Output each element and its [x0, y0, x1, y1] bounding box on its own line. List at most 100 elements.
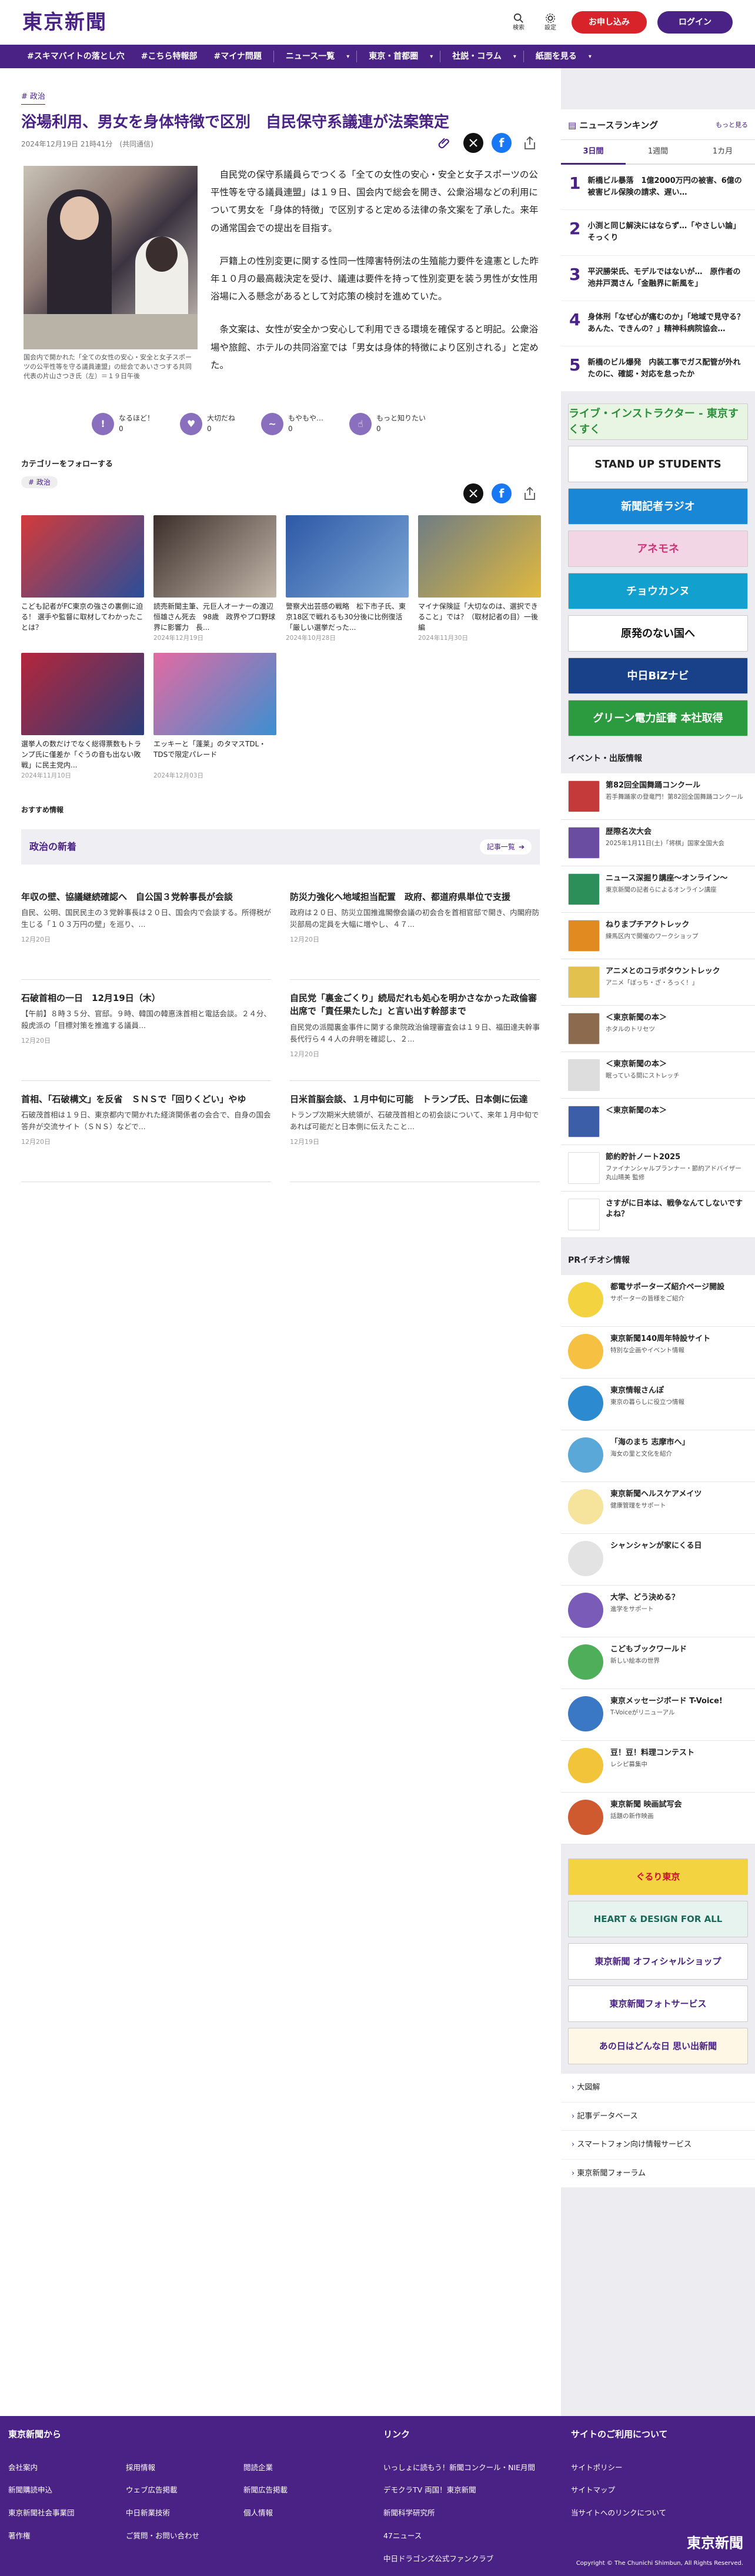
politics-news-item[interactable]: 自民党「裏金ごくり」続局だれも処心を明かさなかった政倫審出席で「責任果たした」と…	[290, 980, 540, 1081]
ranking-more-link[interactable]: もっと見る	[716, 121, 748, 131]
sidebar-banner[interactable]: あの日はどんな日 思い出新聞	[568, 2028, 748, 2065]
facebook-share-button[interactable]: f	[492, 483, 512, 504]
event-item[interactable]: ねりまプチアクトレック 練馬区内で開催のワークショップ	[561, 913, 755, 960]
sidebar-banner[interactable]: STAND UP STUDENTS	[568, 446, 748, 483]
politics-news-item[interactable]: 年収の壁、協議継続確認へ 自公国３党幹事長が会談 自民、公明、国民民主の３党幹事長…	[21, 879, 271, 980]
pr-item[interactable]: 都電サポーターズ紹介ページ開設 サポーターの皆様をご紹介	[561, 1275, 755, 1327]
related-thumbnail[interactable]	[418, 515, 541, 598]
reaction-taisetsu[interactable]: ♥ 大切だね 0	[180, 413, 235, 436]
sidebar-banner[interactable]: ぐるり東京	[568, 1858, 748, 1896]
event-item[interactable]: さすがに日本は、戦争なんてしないですよね？	[561, 1192, 755, 1239]
footer-logo[interactable]: 東京新聞	[687, 2532, 743, 2554]
event-item[interactable]: 歴際名次大会 2025年1月11日(土)「将棋」国家全国大会	[561, 820, 755, 867]
pr-item[interactable]: 東京新聞140周年特設サイト 特別な企画やイベント情報	[561, 1327, 755, 1379]
x-share-button[interactable]	[463, 132, 483, 153]
x-share-button[interactable]	[463, 483, 483, 504]
tab-1week[interactable]: 1週間	[626, 140, 690, 165]
pr-item[interactable]: シャンシャンが家にくる日	[561, 1534, 755, 1586]
politics-news-item[interactable]: 首相、「石破構文」を反省 ＳＮＳで「回りくどい」やゆ 石破茂首相は１９日、東京都内…	[21, 1081, 271, 1182]
related-card[interactable]: エッキーと「蓬莱」のタマスTDL・TDSで限定パレード 2024年12月03日	[153, 652, 276, 781]
category-tag[interactable]: # 政治	[21, 91, 45, 105]
sidebar-banner[interactable]: 東京新聞フォトサービス	[568, 1986, 748, 2023]
related-thumbnail[interactable]	[21, 515, 144, 598]
footer-link[interactable]: 中日ドラゴンズ公式ファンクラブ	[383, 2554, 571, 2565]
sidebar-banner[interactable]: HEART & DESIGN FOR ALL	[568, 1901, 748, 1938]
ranking-item[interactable]: 3 平沢勝栄氏、モデルではないが… 原作者の池井戸潤さん「金融界に新風を」	[561, 256, 755, 301]
politics-news-item[interactable]: 石破首相の一日 12月19日（木） 【午前】８時３５分、官邸。９時、韓国の韓悳洙首…	[21, 980, 271, 1081]
footer-link[interactable]: サイトマップ	[571, 2485, 747, 2496]
related-card[interactable]: 読売新聞主筆、元巨人オーナーの渡辺恒雄さん死去 98歳 政界やプロ野球界に影響力…	[153, 515, 276, 643]
related-card[interactable]: マイナ保険証「大切なのは、選択できること」では？（取材記者の目）一後編 2024年…	[418, 515, 541, 643]
article-list-button[interactable]: 記事一覧 ➔	[479, 839, 532, 855]
subscribe-button[interactable]: お申し込み	[572, 11, 647, 34]
footer-link[interactable]: 閲読企業	[243, 2462, 361, 2474]
related-thumbnail[interactable]	[286, 515, 409, 598]
reaction-motto[interactable]: ☝ もっと知りたい 0	[349, 413, 426, 436]
sidebar-link[interactable]: › 東京新聞フォーラム	[561, 2160, 755, 2188]
footer-link[interactable]: 中日新業技術	[126, 2508, 243, 2519]
search-button[interactable]: 検索	[508, 13, 529, 32]
footer-link[interactable]: 新聞広告掲載	[243, 2485, 361, 2496]
nav-item-paper[interactable]: 紙面を見る	[531, 51, 582, 63]
bookmark-button[interactable]	[435, 133, 455, 153]
sidebar-banner[interactable]: 新聞記者ラジオ	[568, 488, 748, 525]
related-card[interactable]: 選挙人の数だけでなく総得票数もトランプ氏に僅差か「ぐうの音も出ない敗戦」に民主党…	[21, 652, 144, 781]
sidebar-link[interactable]: › 記事データベース	[561, 2103, 755, 2131]
sidebar-banner[interactable]: アネモネ	[568, 530, 748, 568]
footer-link[interactable]: デモクラTV 両国！東京新聞	[383, 2485, 571, 2496]
event-item[interactable]: ＜東京新聞の本＞ 眠っている間にストレッチ	[561, 1052, 755, 1099]
share-button[interactable]	[520, 483, 540, 503]
pr-item[interactable]: 東京新聞ヘルスケアメイツ 健康管理をサポート	[561, 1482, 755, 1534]
pr-item[interactable]: 豆！豆！料理コンテスト レシピ募集中	[561, 1741, 755, 1793]
footer-link[interactable]: 当サイトへのリンクについて	[571, 2508, 747, 2519]
reaction-naruhodo[interactable]: ! なるほど！ 0	[92, 413, 154, 436]
pr-item[interactable]: こどもブックワールド 新しい絵本の世界	[561, 1637, 755, 1690]
settings-button[interactable]: 設定	[540, 13, 561, 32]
footer-link[interactable]: 個人情報	[243, 2508, 361, 2519]
politics-news-item[interactable]: 防災力強化へ地域担当配置 政府、都道府県単位で支援 政府は２０日、防災立国推進閣僚…	[290, 879, 540, 980]
footer-link[interactable]: 新聞購読申込	[8, 2485, 126, 2496]
related-card[interactable]: 警察犬出芸感の戦略 松下市子氏、東京18区で戦れるも30分後に比例復活「厳しい選…	[286, 515, 409, 643]
pr-item[interactable]: 大学、どう決める？ 進学をサポート	[561, 1586, 755, 1638]
ranking-item[interactable]: 5 新橋のビル爆発 内装工事でガス配管が外れたのに、確認・対応を怠ったか	[561, 346, 755, 392]
footer-link[interactable]: サイトポリシー	[571, 2462, 747, 2474]
nav-item-editorial[interactable]: 社説・コラム	[447, 51, 506, 63]
sidebar-link[interactable]: › 大図解	[561, 2074, 755, 2103]
ranking-item[interactable]: 1 新橋ビル暴落 1億2000万円の被害、6億の被害ビル保険の請求、遅い…	[561, 165, 755, 211]
pr-item[interactable]: 東京新聞 映画試写会 話題の新作映画	[561, 1793, 755, 1845]
pr-item[interactable]: 東京情報さんぽ 東京の暮らしに役立つ情報	[561, 1379, 755, 1431]
event-item[interactable]: ニュース深掘り講座～オンライン～ 東京新聞の記者らによるオンライン講座	[561, 866, 755, 913]
sidebar-link[interactable]: › スマートフォン向け情報サービス	[561, 2131, 755, 2160]
footer-link[interactable]: 東京新聞社会事業団	[8, 2508, 126, 2519]
footer-link[interactable]: 著作権	[8, 2531, 126, 2542]
footer-link[interactable]: 会社案内	[8, 2462, 126, 2474]
follow-tag-politics[interactable]: # 政治	[21, 476, 58, 488]
sidebar-banner[interactable]: ライブ・インストラクター - 東京すくすく	[568, 403, 748, 441]
tab-3days[interactable]: 3日間	[561, 140, 626, 165]
share-button[interactable]	[520, 133, 540, 153]
footer-link[interactable]: 新聞科学研究所	[383, 2508, 571, 2519]
pr-item[interactable]: 東京メッセージボード T-Voice! T-Voiceがリニューアル	[561, 1689, 755, 1741]
related-thumbnail[interactable]	[153, 515, 276, 598]
ranking-item[interactable]: 2 小渕と同じ解決にはならず…「やさしい論」そっくり	[561, 210, 755, 256]
reaction-moyamoya[interactable]: ~ もやもや… 0	[261, 413, 323, 436]
footer-link[interactable]: ご質問・お問い合わせ	[126, 2531, 243, 2542]
nav-item-myna[interactable]: #マイナ問題	[209, 51, 266, 63]
related-thumbnail[interactable]	[21, 652, 144, 735]
footer-link[interactable]: いっしょに読もう！新聞コンクール・NIE月間	[383, 2462, 571, 2474]
politics-news-item[interactable]: 日米首脳会談、１月中旬に可能 トランプ氏、日本側に伝達 トランプ次期米大統領が、石…	[290, 1081, 540, 1182]
site-logo[interactable]: 東京新聞	[22, 8, 107, 38]
footer-link[interactable]: 採用情報	[126, 2462, 243, 2474]
login-button[interactable]: ログイン	[657, 11, 733, 34]
ranking-item[interactable]: 4 身体刑「なぜ心が痛むのか」「地域で見守る？あんた、できんの？」精神科病院協会…	[561, 301, 755, 347]
event-item[interactable]: アニメとのコラボタウントレック アニメ「ぼっち・ざ・ろっく！」	[561, 959, 755, 1006]
sidebar-banner[interactable]: グリーン電力証書 本社取得	[568, 700, 748, 737]
sidebar-banner[interactable]: チョウカンヌ	[568, 573, 748, 610]
footer-link[interactable]: 47ニュース	[383, 2531, 571, 2542]
related-thumbnail[interactable]	[153, 652, 276, 735]
sidebar-banner[interactable]: 中日BiZナビ	[568, 658, 748, 695]
event-item[interactable]: ＜東京新聞の本＞	[561, 1099, 755, 1146]
event-item[interactable]: ＜東京新聞の本＞ ホタルのトリセツ	[561, 1006, 755, 1053]
pr-item[interactable]: 「海のまち 志摩市へ」 海女の里と文化を紹介	[561, 1430, 755, 1483]
nav-item-news-list[interactable]: ニュース一覧	[281, 51, 339, 63]
